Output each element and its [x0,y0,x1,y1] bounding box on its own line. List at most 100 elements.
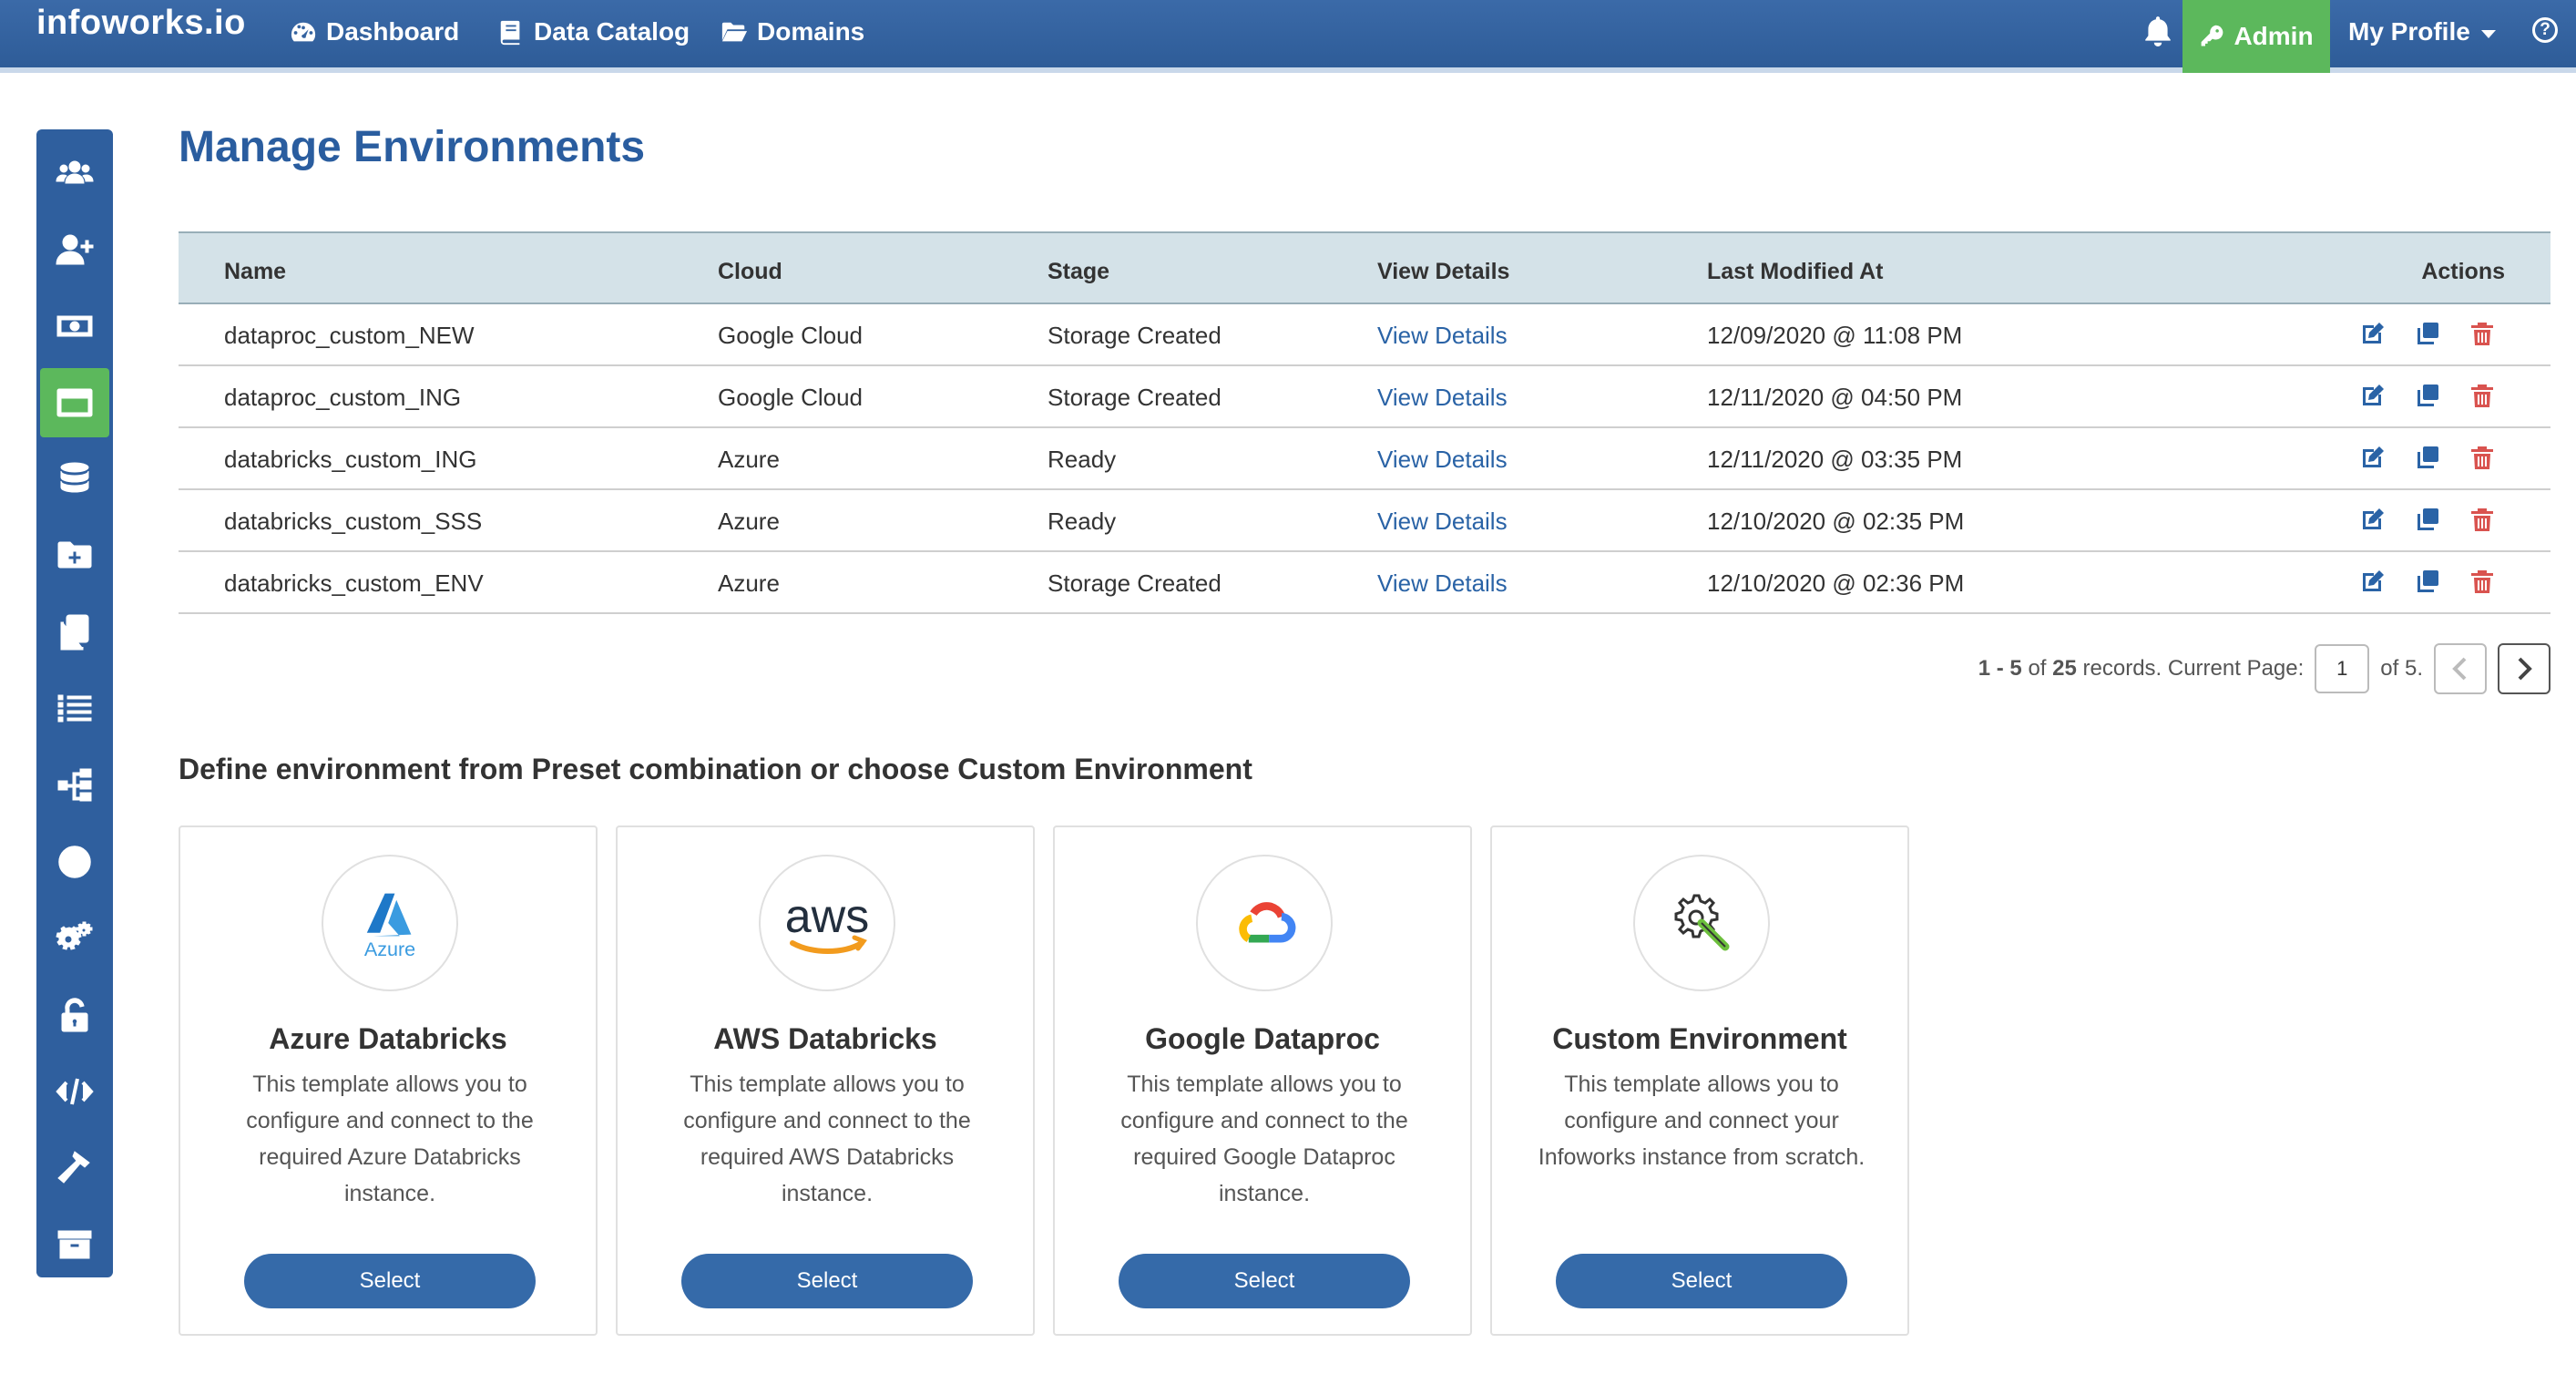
clone-icon[interactable] [2414,320,2441,352]
row-actions [2359,428,2496,490]
delete-icon[interactable] [2469,506,2496,538]
sitemap-icon [57,768,92,802]
view-details-link[interactable]: View Details [1377,304,1508,366]
sidebar-item-archive[interactable] [40,1210,109,1279]
edit-icon[interactable] [2359,506,2387,538]
azure-icon: Azure [364,893,415,960]
cell-last-modified: 12/10/2020 @ 02:36 PM [1707,569,1965,597]
profile-label: My Profile [2348,17,2470,46]
folder-plus-icon [57,541,92,569]
card-title: AWS Databricks [713,1022,937,1055]
cell-last-modified: 12/11/2020 @ 04:50 PM [1707,384,1963,411]
table-header: Name Cloud Stage View Details Last Modif… [179,231,2550,304]
sidebar-item-add-folder[interactable] [40,521,109,590]
sidebar-item-tools[interactable] [40,1133,109,1203]
brand-logo[interactable]: infoworks.io [36,4,246,43]
copy-icon [60,614,89,651]
gauge-icon [291,22,316,42]
sidebar-item-users[interactable] [40,138,109,208]
current-page-input[interactable] [2315,644,2370,693]
sidebar-item-database[interactable] [40,445,109,514]
cell-last-modified: 12/11/2020 @ 03:35 PM [1707,446,1963,473]
card-custom-environment: Custom Environment This template allows … [1490,825,1909,1336]
clone-icon[interactable] [2414,506,2441,538]
table-row: databricks_custom_SSS Azure Ready View Deta… [179,490,2550,552]
select-google-button[interactable]: Select [1119,1254,1410,1308]
view-details-link[interactable]: View Details [1377,428,1508,490]
admin-menu[interactable]: Admin [2182,0,2330,73]
sidebar-item-security[interactable] [40,980,109,1050]
aws-logo: aws [759,855,895,991]
user-plus-icon [56,234,94,265]
aws-logo-text: aws [785,890,869,943]
sidebar-item-billing[interactable] [40,292,109,361]
next-page-button[interactable] [2498,643,2550,694]
sidebar-item-add-user[interactable] [40,215,109,284]
card-description: This template allows you to configure an… [1120,1072,1408,1206]
view-details-link[interactable]: View Details [1377,366,1508,428]
my-profile-dropdown[interactable]: My Profile [2348,0,2496,64]
sidebar-item-list[interactable] [40,674,109,743]
table-row: databricks_custom_ENV Azure Storage Create… [179,552,2550,614]
column-header-last-modified[interactable]: Last Modified At [1707,233,1884,306]
cell-last-modified: 12/10/2020 @ 02:35 PM [1707,508,1965,535]
select-azure-button[interactable]: Select [244,1254,536,1308]
row-actions [2359,304,2496,366]
delete-icon[interactable] [2469,320,2496,352]
cell-stage: Storage Created [1048,322,1222,349]
view-details-link[interactable]: View Details [1377,552,1508,614]
cell-cloud: Azure [718,508,780,535]
gears-icon [56,921,93,950]
table-row: dataproc_custom_ING Google Cloud Storage C… [179,366,2550,428]
nav-data-catalog[interactable]: Data Catalog [497,0,690,64]
sidebar-item-settings[interactable] [40,904,109,973]
pagination-summary: 1 - 5 of 25 records. Current Page: [1978,656,2305,682]
users-icon [56,160,94,184]
edit-icon[interactable] [2359,568,2387,600]
chevron-right-icon [2518,657,2532,681]
cell-cloud: Google Cloud [718,384,863,411]
delete-icon[interactable] [2469,382,2496,414]
prev-page-button[interactable] [2434,643,2487,694]
delete-icon[interactable] [2469,444,2496,476]
sidebar [36,129,113,1277]
clone-icon[interactable] [2414,444,2441,476]
edit-icon[interactable] [2359,320,2387,352]
azure-logo: Azure [322,855,458,991]
select-aws-button[interactable]: Select [681,1254,973,1308]
edit-icon[interactable] [2359,444,2387,476]
card-aws-databricks: aws AWS Databricks This template allows … [616,825,1035,1336]
clone-icon[interactable] [2414,382,2441,414]
aws-icon: aws [785,890,869,954]
google-cloud-icon [1239,902,1296,943]
folder-open-icon [721,22,748,42]
cell-cloud: Azure [718,569,780,597]
select-custom-button[interactable]: Select [1556,1254,1847,1308]
sidebar-item-pipelines[interactable] [40,751,109,820]
book-icon [500,20,520,46]
card-description: This template allows you to configure an… [683,1072,971,1206]
column-header-view-details: View Details [1377,259,1510,284]
nav-dashboard[interactable]: Dashboard [290,0,459,64]
column-header-name[interactable]: Name [224,233,286,306]
cell-name: databricks_custom_ENV [224,569,484,597]
environments-table: Name Cloud Stage View Details Last Modif… [179,231,2550,614]
column-header-stage[interactable]: Stage [1048,233,1109,306]
help-icon[interactable]: ? [2532,17,2558,43]
clock-icon [58,846,91,878]
sidebar-item-environments[interactable] [40,368,109,437]
clone-icon[interactable] [2414,568,2441,600]
sidebar-item-schedule[interactable] [40,827,109,897]
cell-stage: Storage Created [1048,569,1222,597]
unlock-icon [61,998,88,1032]
delete-icon[interactable] [2469,568,2496,600]
edit-icon[interactable] [2359,382,2387,414]
bell-icon[interactable] [2142,15,2173,47]
cell-name: databricks_custom_SSS [224,508,483,535]
view-details-link[interactable]: View Details [1377,490,1508,552]
sidebar-item-copy[interactable] [40,598,109,667]
nav-domains[interactable]: Domains [721,0,864,64]
sidebar-item-code[interactable] [40,1057,109,1126]
column-header-cloud[interactable]: Cloud [718,233,782,306]
page-count: of 5. [2380,656,2423,681]
